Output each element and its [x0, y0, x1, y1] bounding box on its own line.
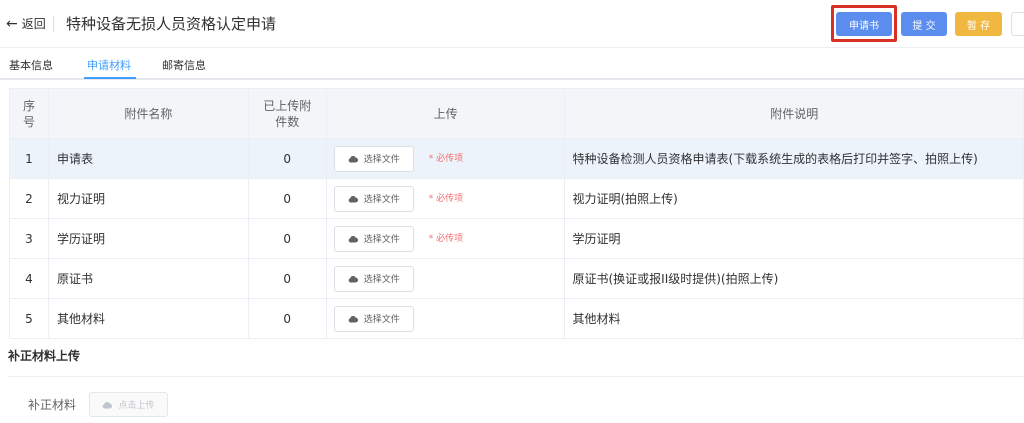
supplement-label: 补正材料 — [28, 398, 77, 412]
select-file-label: 选择文件 — [363, 275, 400, 285]
table-row: 3 学历证明 0 选择文件 * 必传项 学历证明 — [10, 219, 1024, 259]
cloud-upload-icon — [348, 155, 358, 162]
page-title: 特种设备无损人员资格认定申请 — [66, 15, 277, 33]
row-name: 原证书 — [49, 259, 249, 298]
header-name: 附件名称 — [49, 89, 249, 138]
cloud-upload-icon — [348, 315, 358, 322]
cloud-upload-icon — [103, 401, 113, 408]
row-index: 4 — [10, 259, 49, 298]
tab-application-materials[interactable]: 申请材料 — [87, 58, 131, 74]
save-button[interactable]: 暂 存 — [955, 12, 1002, 36]
arrow-left-icon: ← — [6, 16, 18, 32]
attachments-table: 序 号 附件名称 已上传附 件数 上传 附件说明 1 申请表 0 选择文件 * 必传项特… — [9, 88, 1024, 339]
row-desc: 特种设备检测人员资格申请表(下载系统生成的表格后打印并签字、拍照上传) — [565, 139, 1024, 178]
back-label: 返回 — [21, 17, 46, 31]
supplement-upload-label: 点击上传 — [118, 401, 155, 411]
header-desc: 附件说明 — [565, 89, 1024, 138]
select-file-label: 选择文件 — [363, 155, 400, 165]
row-desc: 视力证明(拍照上传) — [565, 179, 1024, 218]
supplement-section-title: 补正材料上传 — [8, 349, 81, 363]
header-upload: 上传 — [327, 89, 566, 138]
page-header: ← 返回 特种设备无损人员资格认定申请 申请书 提 交 暂 存 — [0, 0, 1024, 48]
row-index: 3 — [10, 219, 49, 258]
tab-mailing-info[interactable]: 邮寄信息 — [162, 58, 206, 74]
select-file-button[interactable]: 选择文件 — [333, 145, 414, 172]
row-name: 学历证明 — [49, 219, 249, 258]
tab-basic-info[interactable]: 基本信息 — [9, 58, 53, 74]
select-file-button[interactable]: 选择文件 — [333, 305, 414, 332]
required-tag: * 必传项 — [428, 194, 464, 204]
supplement-upload-button[interactable]: 点击上传 — [89, 392, 168, 417]
row-upload-cell: 选择文件 * 必传项 — [327, 179, 566, 218]
tab-bar: 基本信息 申请材料 邮寄信息 — [0, 50, 1024, 80]
table-row: 2 视力证明 0 选择文件 * 必传项 视力证明(拍照上传) — [10, 179, 1024, 219]
section-divider — [8, 376, 1024, 377]
required-tag: * 必传项 — [428, 234, 464, 244]
submit-button[interactable]: 提 交 — [901, 12, 947, 36]
row-count: 0 — [249, 139, 327, 178]
row-upload-cell: 选择文件 * 必传项 — [327, 139, 566, 178]
table-row: 1 申请表 0 选择文件 * 必传项 特种设备检测人员资格申请表(下载系统生成的表格后打印… — [10, 139, 1024, 179]
table-row: 4 原证书 0 选择文件 原证书(换证或报II级时提供)(拍照上传) — [10, 259, 1024, 299]
row-desc: 其他材料 — [565, 299, 1024, 338]
table-header-row: 序 号 附件名称 已上传附 件数 上传 附件说明 — [10, 89, 1024, 139]
application-button[interactable]: 申请书 — [836, 12, 892, 36]
select-file-button[interactable]: 选择文件 — [333, 185, 414, 212]
row-desc: 原证书(换证或报II级时提供)(拍照上传) — [565, 259, 1024, 298]
header-index: 序 号 — [10, 89, 49, 138]
select-file-button[interactable]: 选择文件 — [333, 265, 414, 292]
select-file-button[interactable]: 选择文件 — [333, 225, 414, 252]
header-divider — [53, 16, 54, 32]
select-file-label: 选择文件 — [363, 195, 400, 205]
row-count: 0 — [249, 219, 327, 258]
row-index: 2 — [10, 179, 49, 218]
select-file-label: 选择文件 — [363, 315, 400, 325]
row-count: 0 — [249, 299, 327, 338]
row-upload-cell: 选择文件 — [327, 259, 566, 298]
table-row: 5 其他材料 0 选择文件 其他材料 — [10, 299, 1024, 339]
tab-active-indicator — [84, 77, 136, 79]
row-desc: 学历证明 — [565, 219, 1024, 258]
row-name: 其他材料 — [49, 299, 249, 338]
row-upload-cell: 选择文件 — [327, 299, 566, 338]
row-count: 0 — [249, 259, 327, 298]
header-count: 已上传附 件数 — [249, 89, 327, 138]
row-index: 5 — [10, 299, 49, 338]
row-name: 视力证明 — [49, 179, 249, 218]
row-upload-cell: 选择文件 * 必传项 — [327, 219, 566, 258]
cloud-upload-icon — [348, 195, 358, 202]
cloud-upload-icon — [348, 235, 358, 242]
row-count: 0 — [249, 179, 327, 218]
more-button[interactable] — [1011, 12, 1024, 36]
select-file-label: 选择文件 — [363, 235, 400, 245]
row-index: 1 — [10, 139, 49, 178]
row-name: 申请表 — [49, 139, 249, 178]
cloud-upload-icon — [348, 275, 358, 282]
table-body: 1 申请表 0 选择文件 * 必传项 特种设备检测人员资格申请表(下载系统生成的表格后打印… — [10, 139, 1024, 339]
required-tag: * 必传项 — [428, 154, 464, 164]
back-button[interactable]: ← 返回 — [6, 15, 46, 33]
